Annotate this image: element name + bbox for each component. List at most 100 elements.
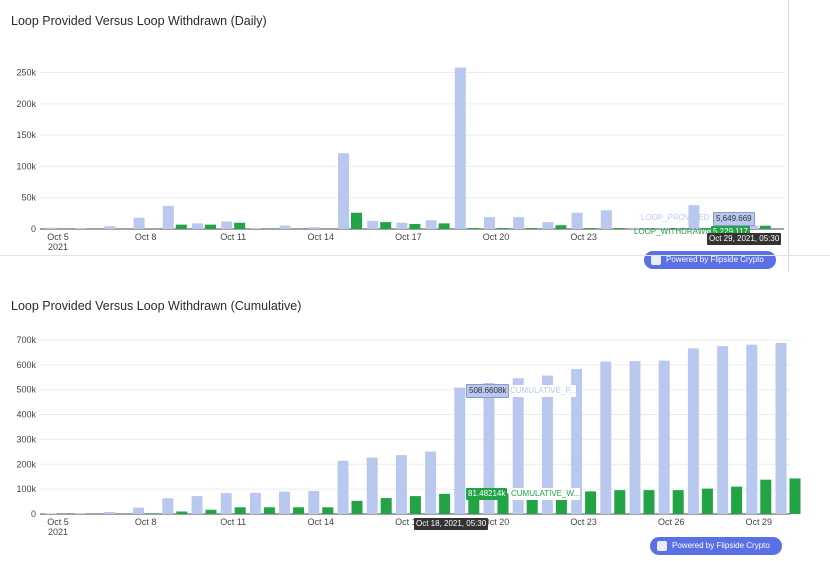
bar-loop-provided[interactable] xyxy=(46,227,57,229)
y-tick-label: 500k xyxy=(16,385,36,395)
bar-loop-provided[interactable] xyxy=(484,217,495,229)
tooltip-provided-label: LOOP_PROVIDED xyxy=(641,213,710,222)
bar-loop-provided[interactable] xyxy=(542,222,554,229)
x-tick-label: Oct 29 xyxy=(746,517,773,527)
flipside-logo-icon xyxy=(657,541,667,551)
bar-cumulative-p-[interactable] xyxy=(103,512,115,514)
bar-loop-provided[interactable] xyxy=(250,228,262,229)
bar-cumulative-p-[interactable] xyxy=(746,344,758,514)
bar-cumulative-p-[interactable] xyxy=(687,348,699,514)
bar-loop-provided[interactable] xyxy=(308,227,320,229)
bar-loop-provided[interactable] xyxy=(571,212,583,229)
bar-loop-withdrawn[interactable] xyxy=(351,212,362,229)
bar-cumulative-p-[interactable] xyxy=(191,496,203,514)
bar-loop-withdrawn[interactable] xyxy=(175,224,187,229)
y-tick-label: 150k xyxy=(16,130,36,140)
bar-loop-withdrawn[interactable] xyxy=(613,228,625,229)
bar-cumulative-p-[interactable] xyxy=(717,346,729,514)
bar-loop-withdrawn[interactable] xyxy=(555,225,567,229)
bar-loop-provided[interactable] xyxy=(133,217,145,229)
bar-loop-provided[interactable] xyxy=(279,225,291,229)
bar-loop-withdrawn[interactable] xyxy=(759,225,771,229)
bar-loop-provided[interactable] xyxy=(425,220,437,229)
bar-loop-provided[interactable] xyxy=(221,221,233,229)
bar-cumulative-w-[interactable] xyxy=(701,488,713,514)
powered-by-badge-bottom[interactable]: Powered by Flipside Crypto xyxy=(650,537,782,555)
bar-loop-withdrawn[interactable] xyxy=(526,228,538,229)
bar-cumulative-p-[interactable] xyxy=(395,455,407,514)
x-tick-sublabel: 2021 xyxy=(48,527,68,537)
tooltip-cum-withdrawn-label: CUMULATIVE_W... xyxy=(511,488,581,500)
bar-cumulative-p-[interactable] xyxy=(74,513,86,514)
tooltip-date: Oct 29, 2021, 05:30 xyxy=(707,233,782,245)
x-tick-label: Oct 17 xyxy=(395,232,422,242)
bar-loop-provided[interactable] xyxy=(513,217,525,229)
bar-cumulative-p-[interactable] xyxy=(366,457,378,514)
bar-cumulative-p-[interactable] xyxy=(249,492,261,514)
bar-loop-provided[interactable] xyxy=(367,220,379,229)
bar-cumulative-w-[interactable] xyxy=(614,490,626,514)
bar-cumulative-w-[interactable] xyxy=(351,500,363,514)
bar-loop-provided[interactable] xyxy=(600,210,612,229)
x-tick-label: Oct 23 xyxy=(570,517,597,527)
bar-loop-provided[interactable] xyxy=(104,226,116,229)
bar-loop-withdrawn[interactable] xyxy=(497,228,508,229)
bar-cumulative-p-[interactable] xyxy=(600,361,612,514)
bar-loop-withdrawn[interactable] xyxy=(467,228,479,229)
bar-loop-provided[interactable] xyxy=(396,222,408,229)
bar-cumulative-w-[interactable] xyxy=(263,507,275,514)
bar-cumulative-w-[interactable] xyxy=(643,490,655,514)
bar-cumulative-p-[interactable] xyxy=(658,360,670,514)
x-tick-label: Oct 8 xyxy=(135,517,157,527)
bar-cumulative-w-[interactable] xyxy=(731,486,743,514)
y-tick-label: 200k xyxy=(16,99,36,109)
bar-cumulative-w-[interactable] xyxy=(147,513,159,514)
bar-cumulative-p-[interactable] xyxy=(220,493,232,514)
powered-by-badge[interactable]: Powered by Flipside Crypto xyxy=(644,251,776,269)
y-tick-label: 100k xyxy=(16,484,36,494)
y-tick-label: 400k xyxy=(16,410,36,420)
bar-cumulative-w-[interactable] xyxy=(380,498,392,514)
bar-loop-provided[interactable] xyxy=(162,205,174,229)
y-tick-label: 0 xyxy=(31,224,36,234)
bar-loop-withdrawn[interactable] xyxy=(205,224,216,229)
x-tick-label: Oct 26 xyxy=(658,517,685,527)
x-tick-label: Oct 14 xyxy=(308,517,335,527)
bar-cumulative-p-[interactable] xyxy=(775,342,787,514)
bar-cumulative-p-[interactable] xyxy=(162,498,174,514)
bar-cumulative-p-[interactable] xyxy=(133,507,145,514)
bar-cumulative-p-[interactable] xyxy=(279,491,291,514)
bar-cumulative-w-[interactable] xyxy=(293,507,305,514)
y-tick-label: 200k xyxy=(16,459,36,469)
bar-cumulative-p-[interactable] xyxy=(629,361,641,514)
bar-loop-withdrawn[interactable] xyxy=(438,223,450,229)
tooltip-withdrawn-label: LOOP_WITHDRAWN xyxy=(634,227,712,236)
bar-cumulative-p-[interactable] xyxy=(337,460,349,514)
bar-cumulative-w-[interactable] xyxy=(585,491,597,514)
bar-cumulative-w-[interactable] xyxy=(789,478,801,514)
x-tick-label: Oct 11 xyxy=(220,517,246,527)
bar-cumulative-p-[interactable] xyxy=(454,387,466,514)
bar-loop-provided[interactable] xyxy=(192,223,203,229)
x-tick-label: Oct 14 xyxy=(308,232,335,242)
bar-loop-withdrawn[interactable] xyxy=(234,222,246,229)
bar-cumulative-w-[interactable] xyxy=(322,507,334,514)
bar-loop-provided[interactable] xyxy=(338,153,349,229)
bar-cumulative-p-[interactable] xyxy=(425,451,437,514)
bar-cumulative-w-[interactable] xyxy=(234,507,246,514)
tooltip-cum-withdrawn-value: 81.48214k xyxy=(466,488,508,500)
bar-cumulative-w-[interactable] xyxy=(760,479,772,514)
bar-loop-withdrawn[interactable] xyxy=(409,223,421,229)
bar-loop-withdrawn[interactable] xyxy=(584,228,596,229)
y-tick-label: 0 xyxy=(31,509,36,519)
bar-cumulative-w-[interactable] xyxy=(205,509,217,514)
bar-cumulative-w-[interactable] xyxy=(672,490,684,514)
bar-loop-withdrawn[interactable] xyxy=(380,222,392,229)
bar-cumulative-w-[interactable] xyxy=(176,511,188,514)
bar-loop-provided[interactable] xyxy=(75,228,87,229)
bar-cumulative-w-[interactable] xyxy=(439,493,451,514)
bar-cumulative-p-[interactable] xyxy=(308,490,320,514)
bar-loop-provided[interactable] xyxy=(454,67,466,229)
cumulative-chart-panel: Loop Provided Versus Loop Withdrawn (Cum… xyxy=(0,288,830,561)
bar-cumulative-w-[interactable] xyxy=(409,496,421,514)
